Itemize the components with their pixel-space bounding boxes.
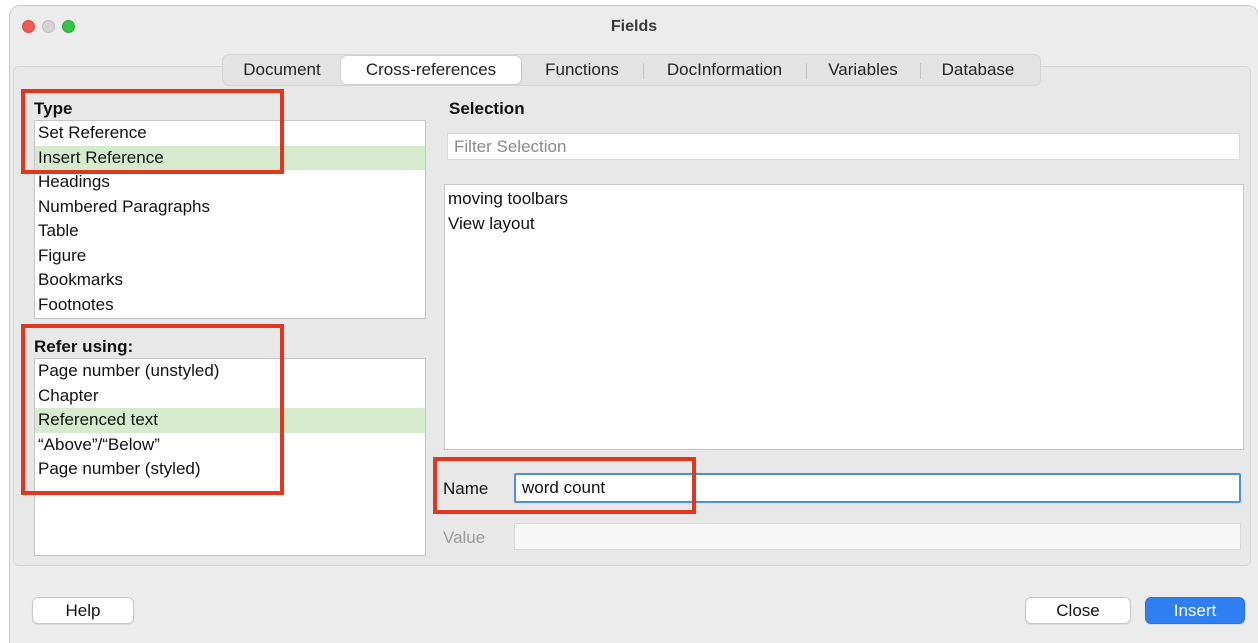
- tab-database[interactable]: Database: [920, 55, 1036, 85]
- filter-selection-input[interactable]: [447, 133, 1240, 160]
- refer-using-heading: Refer using:: [34, 337, 134, 356]
- value-input[interactable]: [514, 523, 1241, 550]
- tab-docinformation[interactable]: DocInformation: [643, 55, 806, 85]
- close-button[interactable]: Close: [1025, 597, 1131, 624]
- tab-document[interactable]: Document: [223, 55, 341, 85]
- type-item-set-reference[interactable]: Set Reference: [35, 121, 425, 146]
- tab-bar: Document Cross-references Functions DocI…: [222, 54, 1041, 86]
- insert-button[interactable]: Insert: [1145, 597, 1245, 624]
- tab-variables[interactable]: Variables: [806, 55, 920, 85]
- refer-using-listbox[interactable]: Page number (unstyled) Chapter Reference…: [34, 358, 426, 556]
- refer-item-page-number-unstyled[interactable]: Page number (unstyled): [35, 359, 425, 384]
- refer-item-referenced-text[interactable]: Referenced text: [35, 408, 425, 433]
- type-item-bookmarks[interactable]: Bookmarks: [35, 268, 425, 293]
- type-item-headings[interactable]: Headings: [35, 170, 425, 195]
- selection-listbox[interactable]: moving toolbars View layout: [444, 184, 1244, 450]
- type-item-figure[interactable]: Figure: [35, 244, 425, 269]
- tab-cross-references[interactable]: Cross-references: [341, 56, 521, 84]
- name-label: Name: [443, 479, 489, 498]
- type-item-insert-reference[interactable]: Insert Reference: [35, 145, 425, 170]
- selection-item-moving-toolbars[interactable]: moving toolbars: [445, 187, 1243, 212]
- window-title: Fields: [610, 18, 658, 35]
- selection-heading: Selection: [449, 99, 525, 118]
- type-item-numbered-paragraphs[interactable]: Numbered Paragraphs: [35, 195, 425, 220]
- type-heading: Type: [34, 99, 73, 118]
- type-item-footnotes[interactable]: Footnotes: [35, 293, 425, 318]
- title-bar: Fields: [10, 6, 1258, 46]
- tab-functions[interactable]: Functions: [521, 55, 643, 85]
- value-label: Value: [443, 528, 486, 547]
- refer-item-chapter[interactable]: Chapter: [35, 384, 425, 409]
- name-input[interactable]: [514, 473, 1241, 503]
- type-item-table[interactable]: Table: [35, 219, 425, 244]
- refer-item-page-number-styled[interactable]: Page number (styled): [35, 457, 425, 482]
- selection-item-view-layout[interactable]: View layout: [445, 212, 1243, 237]
- refer-item-above-below[interactable]: “Above”/“Below”: [35, 433, 425, 458]
- type-listbox[interactable]: Set Reference Insert Reference Headings …: [34, 120, 426, 319]
- help-button[interactable]: Help: [32, 597, 134, 624]
